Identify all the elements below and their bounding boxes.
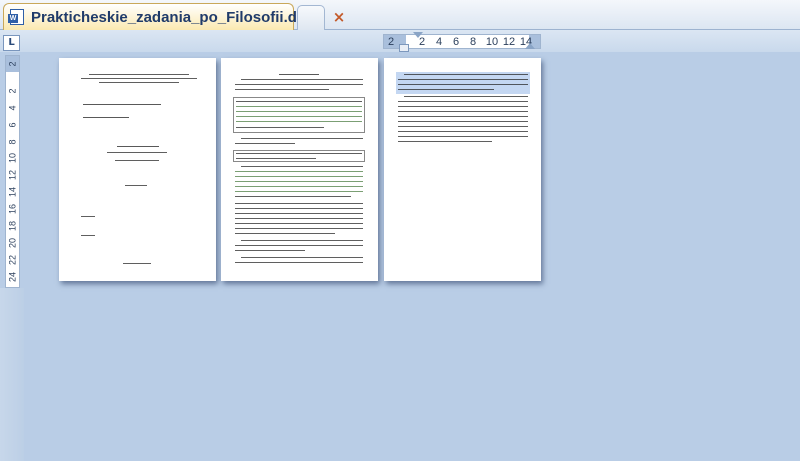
- comment-box: [233, 150, 365, 162]
- text-line: [235, 181, 363, 182]
- text-line: [235, 213, 363, 214]
- text-line: [235, 186, 363, 187]
- text-line: [404, 74, 528, 75]
- text-line: [398, 101, 528, 102]
- text-line: [241, 257, 363, 258]
- text-line: [83, 104, 161, 105]
- text-line: [236, 121, 362, 122]
- text-line: [398, 131, 528, 132]
- text-line: [235, 208, 363, 209]
- v-ruler-tick: 2: [7, 88, 18, 94]
- page-thumbnail-selection[interactable]: [384, 58, 541, 281]
- v-ruler-tick: 22: [7, 255, 18, 266]
- text-line: [241, 166, 363, 167]
- text-line: [398, 89, 494, 90]
- text-line: [235, 262, 363, 263]
- text-line: [241, 79, 363, 80]
- text-line: [398, 126, 528, 127]
- v-ruler-tick: 12: [7, 170, 18, 181]
- page-thumbnail-title[interactable]: [59, 58, 216, 281]
- h-ruler-tick: 2: [387, 36, 395, 48]
- text-line: [236, 153, 362, 154]
- text-line: [107, 152, 167, 153]
- text-line: [235, 176, 363, 177]
- text-line: [279, 74, 319, 75]
- v-ruler-tick: 20: [7, 238, 18, 249]
- text-line: [398, 136, 528, 137]
- text-line: [235, 223, 363, 224]
- document-tab-title: Prakticheskie_zadania_po_Filosofii.docx: [31, 8, 323, 26]
- text-line: [236, 101, 362, 102]
- v-ruler-tick: 10: [7, 153, 18, 164]
- h-ruler-tick: 6: [452, 36, 460, 48]
- h-ruler-tick: 10: [485, 36, 499, 48]
- text-line: [241, 240, 363, 241]
- text-line: [235, 203, 363, 204]
- left-indent-marker[interactable]: [399, 44, 409, 52]
- text-line: [398, 84, 528, 85]
- tab-stop-selector[interactable]: L: [3, 35, 20, 51]
- v-ruler-tick: 4: [7, 105, 18, 111]
- h-ruler-tick: 8: [469, 36, 477, 48]
- v-ruler-tick: 2: [7, 61, 18, 67]
- v-ruler-tick: 6: [7, 122, 18, 128]
- text-line: [236, 111, 362, 112]
- text-line: [236, 127, 324, 128]
- text-line: [235, 196, 351, 197]
- text-line: [123, 263, 151, 264]
- v-ruler-tick: 8: [7, 139, 18, 145]
- v-ruler-tick: 14: [7, 187, 18, 198]
- document-tab[interactable]: Prakticheskie_zadania_po_Filosofii.docx …: [3, 3, 345, 30]
- text-line: [235, 245, 363, 246]
- h-ruler-tick: 4: [435, 36, 443, 48]
- text-line: [125, 185, 147, 186]
- v-ruler-tick: 16: [7, 204, 18, 215]
- text-line: [81, 216, 95, 217]
- text-line: [235, 250, 305, 251]
- text-line: [398, 141, 492, 142]
- right-indent-marker[interactable]: [525, 43, 535, 49]
- text-line: [236, 158, 316, 159]
- text-line: [117, 146, 159, 147]
- text-line: [235, 143, 295, 144]
- text-line: [83, 117, 129, 118]
- text-line: [236, 106, 362, 107]
- text-line: [236, 116, 362, 117]
- text-line: [241, 138, 363, 139]
- text-line: [235, 84, 363, 85]
- text-line: [398, 106, 528, 107]
- text-line: [81, 78, 197, 79]
- text-line: [398, 116, 528, 117]
- text-line: [81, 235, 95, 236]
- text-line: [398, 121, 528, 122]
- text-line: [398, 79, 528, 80]
- first-line-indent-marker[interactable]: [413, 32, 423, 38]
- close-icon[interactable]: ×: [333, 9, 346, 25]
- text-line: [235, 191, 363, 192]
- text-line: [404, 96, 528, 97]
- left-gutter: [0, 288, 24, 461]
- word-document-icon: [8, 9, 24, 25]
- vertical-ruler[interactable]: 2 2 4 6 8 10 12 14 16 18 20 22 24: [5, 55, 20, 288]
- text-line: [235, 228, 363, 229]
- tab-strip: Prakticheskie_zadania_po_Filosofii.docx …: [0, 0, 800, 30]
- text-line: [99, 82, 179, 83]
- h-ruler-tick: 12: [502, 36, 516, 48]
- text-line: [115, 160, 159, 161]
- new-tab-button[interactable]: [297, 5, 325, 30]
- text-line: [398, 111, 528, 112]
- text-line: [235, 218, 363, 219]
- text-selection-highlight: [396, 72, 530, 94]
- text-line: [89, 74, 189, 75]
- v-ruler-tick: 18: [7, 221, 18, 232]
- page-thumbnail-tasks[interactable]: [221, 58, 378, 281]
- v-ruler-tick: 24: [7, 272, 18, 283]
- text-line: [235, 171, 363, 172]
- text-line: [235, 233, 335, 234]
- text-line: [235, 89, 329, 90]
